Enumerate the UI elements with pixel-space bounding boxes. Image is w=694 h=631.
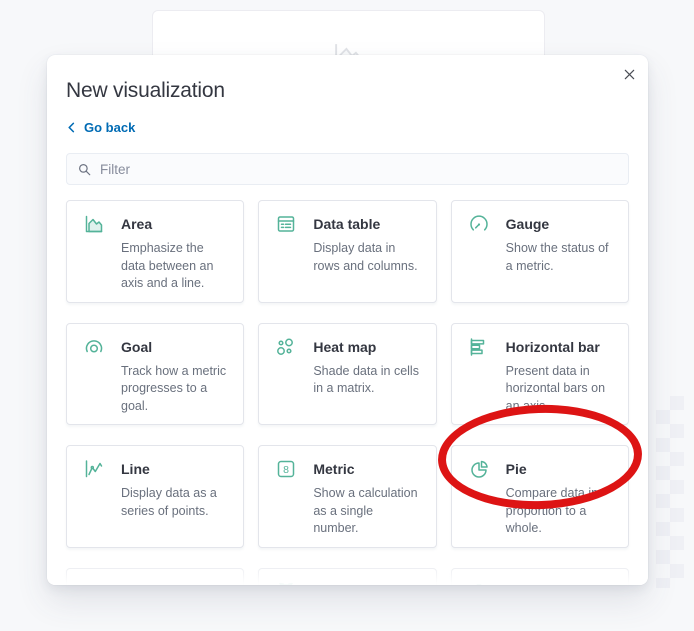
chevron-left-icon	[66, 122, 77, 133]
visualization-card-pie[interactable]: Pie Compare data in proportion to a whol…	[450, 445, 629, 548]
visualization-card-goal[interactable]: Goal Track how a metric progresses to a …	[66, 322, 245, 425]
card-title: Goal	[121, 338, 153, 355]
card-description: Show the status of a metric.	[505, 241, 609, 273]
goal-icon	[82, 335, 106, 359]
gauge-icon	[467, 212, 491, 236]
card-title: Heat map	[313, 338, 377, 355]
visualization-card-area[interactable]: Area Emphasize the data between an axis …	[66, 200, 245, 303]
card-description: Display data as a series of points.	[121, 486, 217, 518]
close-icon[interactable]	[618, 63, 640, 85]
card-title: Timelion	[313, 584, 370, 586]
card-title: Line	[121, 461, 150, 477]
card-description: Compare data in proportion to a whole.	[505, 486, 599, 535]
data-table-icon	[274, 212, 298, 236]
visualization-card-data-table[interactable]: Data table Display data in rows and colu…	[258, 200, 437, 303]
card-title: Pie	[505, 461, 527, 477]
pie-icon	[467, 457, 491, 481]
go-back-label: Go back	[84, 120, 136, 135]
card-description: Display data in rows and columns.	[313, 241, 418, 273]
visualization-card-horizontal-bar[interactable]: Horizontal bar Present data in horizonta…	[450, 322, 629, 425]
go-back-link[interactable]: Go back	[66, 120, 135, 135]
card-title: Data table	[313, 216, 381, 232]
new-visualization-modal: New visualization Go back Are	[47, 55, 648, 585]
card-title: Metric	[313, 461, 355, 477]
timelion-icon	[274, 580, 298, 585]
card-title: Gauge	[505, 216, 550, 232]
visualization-card-gauge[interactable]: Gauge Show the status of a metric.	[450, 200, 629, 303]
horizontal-bar-icon	[467, 335, 491, 359]
line-icon	[82, 457, 106, 481]
filter-search-bar	[66, 153, 629, 185]
visualization-card-metric[interactable]: 8 Metric Show a calculation as a single …	[258, 445, 437, 548]
tag-cloud-icon	[82, 580, 106, 586]
card-description: Emphasize the data between an axis and a…	[121, 241, 214, 290]
card-title: Area	[121, 216, 153, 232]
visualization-card-line[interactable]: Line Display data as a series of points.	[66, 445, 245, 548]
card-description: Shade data in cells in a matrix.	[313, 363, 419, 396]
card-title: Horizontal bar	[505, 338, 600, 355]
visualization-card-vertical-bar[interactable]: Vertical bar Present data in vertical ba…	[450, 567, 629, 586]
search-icon	[77, 162, 92, 177]
card-description: Show a calculation as a single number.	[313, 486, 418, 535]
visualization-card-heat-map[interactable]: Heat map Shade data in cells in a matrix…	[258, 322, 437, 425]
area-icon	[82, 212, 106, 236]
svg-text:8: 8	[283, 464, 289, 476]
card-description: Present data in horizontal bars on an ax…	[505, 363, 606, 413]
visualization-type-grid: Area Emphasize the data between an axis …	[66, 200, 629, 585]
metric-icon: 8	[274, 457, 298, 481]
filter-input[interactable]	[100, 161, 618, 177]
visualization-card-tag-cloud[interactable]: Tag cloud Display word frequency with fo…	[66, 567, 245, 586]
page-title: New visualization	[66, 79, 225, 102]
visualization-card-timelion[interactable]: Timelion Show time series data on a grap…	[258, 567, 437, 586]
card-title: Tag cloud	[121, 584, 186, 586]
card-title: Vertical bar	[506, 584, 582, 586]
heat-map-icon	[274, 335, 298, 359]
card-description: Track how a metric progresses to a goal.	[121, 363, 227, 413]
background-checker-pattern	[656, 396, 684, 588]
vertical-bar-icon	[467, 580, 491, 585]
